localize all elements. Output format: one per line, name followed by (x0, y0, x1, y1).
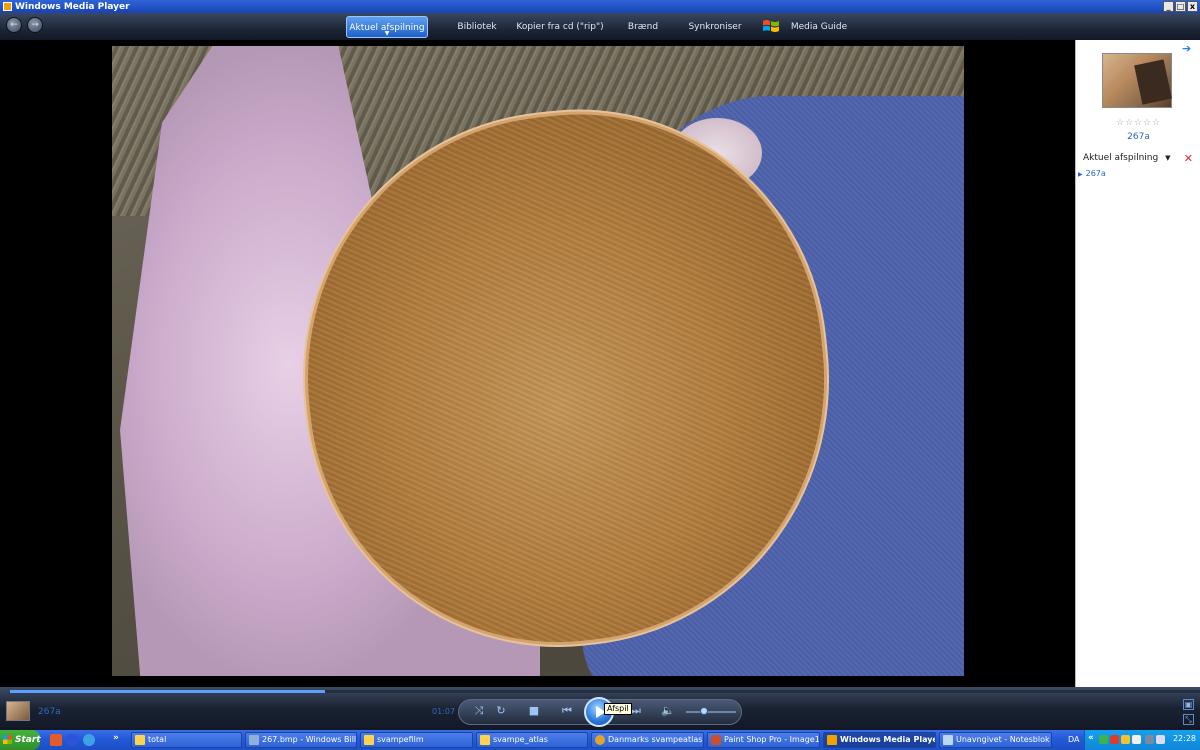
notepad-icon (943, 735, 953, 745)
shuffle-icon[interactable]: ⤨ (473, 705, 485, 717)
title-bar: Windows Media Player _ □ x (0, 0, 1200, 13)
volume-slider-knob[interactable] (699, 707, 708, 715)
tray-document-icon[interactable] (1132, 735, 1141, 744)
taskbar-button-label: Danmarks svampeatlas -... (608, 735, 703, 744)
video-display[interactable] (0, 40, 1075, 685)
quick-launch-chevron-icon[interactable]: » (113, 733, 119, 743)
tab-rip[interactable]: Kopier fra cd ("rip") (515, 16, 605, 38)
seek-bar-progress (10, 690, 326, 693)
media-player-icon (827, 735, 837, 745)
volume-icon[interactable]: 🔈 (661, 705, 675, 717)
now-playing-pane: ➔ ☆ ☆ ☆ ☆ ☆ 267a Aktuel afspilning ▼ ✕ ▶… (1075, 40, 1200, 687)
taskbar-button-label: Paint Shop Pro - Image14 (724, 735, 820, 744)
player-controls-bar: 267a 01:07 ⤨ ↻ ■ ⏮ ⏭ Afspil 🔈 ▣ ⤡ (0, 687, 1200, 730)
windows-flag-icon (3, 735, 12, 744)
taskbar-button-label: svampefilm (377, 735, 424, 744)
tray-volume-icon[interactable] (1156, 735, 1165, 744)
tab-library[interactable]: Bibliotek (452, 16, 502, 38)
language-indicator[interactable]: DA (1068, 735, 1080, 744)
taskbar-button-notepad[interactable]: Unavngivet - Notesblok (939, 732, 1052, 748)
quick-launch-paint-icon[interactable] (50, 734, 62, 746)
pane-track-label[interactable]: 267a (1076, 132, 1200, 142)
taskbar-button-svampe-atlas[interactable]: svampe_atlas (476, 732, 588, 748)
paint-shop-pro-icon (711, 735, 721, 745)
taskbar: Start » total 267.bmp - Windows Bille...… (0, 730, 1200, 750)
tray-antivirus-icon[interactable] (1099, 735, 1108, 744)
window-title: Windows Media Player (15, 1, 130, 12)
album-art[interactable] (1102, 53, 1172, 108)
red-x-icon[interactable]: ✕ (1184, 153, 1193, 164)
window-controls: _ □ x (1163, 1, 1198, 12)
star-icon[interactable]: ☆ (1143, 119, 1152, 128)
taskbar-button-label: svampe_atlas (493, 735, 548, 744)
tray-warning-icon[interactable] (1121, 735, 1130, 744)
star-icon[interactable]: ☆ (1116, 119, 1125, 128)
playlist-item[interactable]: ▶ 267a (1078, 169, 1106, 178)
media-player-window: Windows Media Player _ □ x ← → Aktuel af… (0, 0, 1200, 730)
compact-mode-icon[interactable]: ⤡ (1183, 714, 1194, 725)
browser-icon (595, 735, 605, 745)
clock[interactable]: 22:28 (1173, 734, 1196, 743)
taskbar-button-total[interactable]: total (131, 732, 242, 748)
taskbar-button-label: 267.bmp - Windows Bille... (262, 735, 357, 744)
stop-icon[interactable]: ■ (528, 705, 540, 717)
tray-app-icon[interactable] (1110, 735, 1119, 744)
taskbar-button-media-player[interactable]: Windows Media Player (823, 732, 936, 748)
arrow-right-icon[interactable]: ➔ (1182, 43, 1194, 54)
play-marker-icon: ▶ (1078, 171, 1083, 178)
quick-launch-ie-icon[interactable] (83, 734, 95, 746)
star-icon[interactable]: ☆ (1134, 119, 1143, 128)
current-track-name: 267a (38, 707, 61, 717)
back-button[interactable]: ← (6, 17, 22, 33)
play-tooltip: Afspil (604, 703, 632, 715)
now-playing-dropdown[interactable]: Aktuel afspilning ▼ ✕ (1083, 153, 1195, 165)
chevron-down-icon: ▼ (1165, 154, 1171, 162)
star-icon[interactable]: ☆ (1125, 119, 1134, 128)
folder-icon (135, 735, 145, 745)
rating-stars[interactable]: ☆ ☆ ☆ ☆ ☆ (1116, 119, 1164, 129)
image-icon (249, 735, 259, 745)
tab-sync[interactable]: Synkroniser (686, 16, 744, 38)
taskbar-button-svampefilm[interactable]: svampefilm (360, 732, 473, 748)
volume-slider[interactable] (686, 711, 736, 713)
now-playing-dropdown-label: Aktuel afspilning (1083, 153, 1159, 163)
forward-button[interactable]: → (27, 17, 43, 33)
media-player-app-icon (3, 2, 12, 11)
taskbar-button-paint-shop-pro[interactable]: Paint Shop Pro - Image14 (707, 732, 820, 748)
taskbar-button-browser[interactable]: Danmarks svampeatlas -... (591, 732, 704, 748)
folder-icon (364, 735, 374, 745)
elapsed-time: 01:07 (432, 707, 456, 716)
fullscreen-icon[interactable]: ▣ (1183, 699, 1194, 710)
navigation-bar: ← → Aktuel afspilning ▼ Bibliotek Kopier… (0, 13, 1200, 40)
star-icon[interactable]: ☆ (1152, 119, 1161, 128)
maximize-button[interactable]: □ (1175, 1, 1186, 12)
taskbar-button-label: total (148, 735, 167, 744)
taskbar-button-image-viewer[interactable]: 267.bmp - Windows Bille... (245, 732, 357, 748)
chevron-down-icon: ▼ (384, 30, 390, 37)
playlist-item-label: 267a (1085, 169, 1106, 178)
close-button[interactable]: x (1187, 1, 1198, 12)
windows-logo-icon (763, 20, 779, 32)
tab-now-playing[interactable]: Aktuel afspilning ▼ (346, 16, 428, 38)
tab-media-guide[interactable]: Media Guide (788, 16, 850, 38)
repeat-icon[interactable]: ↻ (495, 705, 507, 717)
minimize-button[interactable]: _ (1163, 1, 1174, 12)
taskbar-button-label: Windows Media Player (840, 735, 936, 744)
tab-burn[interactable]: Brænd (625, 16, 661, 38)
system-tray: « 22:28 (1084, 730, 1200, 750)
taskbar-button-label: Unavngivet - Notesblok (956, 735, 1050, 744)
start-button[interactable]: Start (0, 730, 41, 750)
seek-bar[interactable] (10, 690, 1200, 693)
start-label: Start (15, 735, 41, 745)
tray-network-icon[interactable] (1145, 735, 1154, 744)
tray-expand-chevron-icon[interactable]: « (1088, 733, 1094, 743)
mini-album-art[interactable] (6, 701, 30, 721)
previous-icon[interactable]: ⏮ (556, 705, 578, 717)
quick-launch-messenger-icon[interactable] (66, 734, 78, 746)
folder-icon (480, 735, 490, 745)
video-frame-mushroom-in-hand (112, 46, 964, 676)
